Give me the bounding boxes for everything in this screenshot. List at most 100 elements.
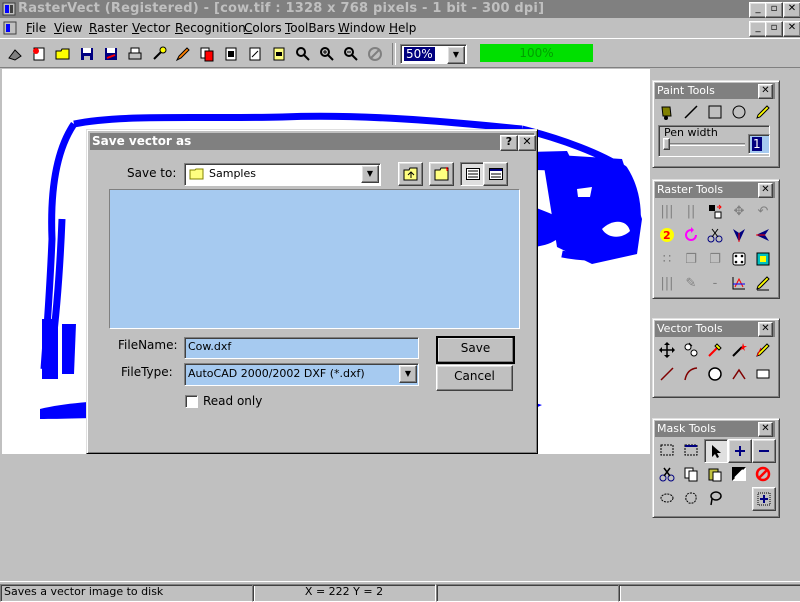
close-icon[interactable]: ✕: [758, 422, 773, 437]
pencil-icon[interactable]: [752, 101, 774, 123]
paste-layer-icon[interactable]: ❐: [704, 248, 726, 270]
zoom-out-icon[interactable]: [340, 43, 362, 65]
save-vector-icon[interactable]: [100, 43, 122, 65]
erase-vector-icon[interactable]: [704, 339, 726, 361]
select-arrow-icon[interactable]: [704, 439, 728, 463]
dice-icon[interactable]: [728, 248, 750, 270]
chevron-down-icon[interactable]: ▼: [361, 165, 379, 183]
readonly-checkbox[interactable]: [185, 395, 198, 408]
new-image-icon[interactable]: [28, 43, 50, 65]
open-folder-icon[interactable]: [52, 43, 74, 65]
lasso-icon[interactable]: [704, 487, 726, 509]
brush-icon[interactable]: ✎: [680, 272, 702, 294]
draw-circle-icon[interactable]: [704, 363, 726, 385]
close-button[interactable]: ✕: [783, 2, 800, 18]
copy-layer-icon[interactable]: ❐: [680, 248, 702, 270]
stop-icon[interactable]: [364, 43, 386, 65]
list-view-icon[interactable]: [460, 162, 485, 186]
flip-vertical-icon[interactable]: [728, 224, 750, 246]
pen-width-slider[interactable]: [665, 143, 745, 146]
flip-horizontal-icon[interactable]: [752, 224, 774, 246]
convert-icon[interactable]: [196, 43, 218, 65]
line-tool-icon[interactable]: [680, 101, 702, 123]
rectangle-tool-icon[interactable]: [704, 101, 726, 123]
histogram-icon[interactable]: [728, 272, 750, 294]
vector-page-icon[interactable]: [244, 43, 266, 65]
deskew-icon[interactable]: |||: [656, 200, 678, 222]
select-rect-icon[interactable]: [656, 439, 678, 461]
maximize-button[interactable]: ▫: [765, 2, 783, 18]
chevron-down-icon[interactable]: ▼: [447, 46, 465, 64]
fill-bucket-icon[interactable]: [656, 101, 678, 123]
menu-vector[interactable]: Vector: [132, 21, 170, 35]
select-window-icon[interactable]: [680, 439, 702, 461]
file-list[interactable]: [109, 189, 520, 329]
menu-raster[interactable]: Raster: [89, 21, 128, 35]
cut-paste-icon[interactable]: [704, 224, 726, 246]
dash-icon[interactable]: -: [704, 272, 726, 294]
filetype-dropdown[interactable]: AutoCAD 2000/2002 DXF (*.dxf) ▼: [184, 363, 419, 386]
menu-recognition[interactable]: Recognition: [175, 21, 246, 35]
draw-arc-icon[interactable]: [680, 363, 702, 385]
menu-toolbars[interactable]: ToolBars: [285, 21, 335, 35]
cancel-button[interactable]: Cancel: [436, 365, 513, 391]
node-edit-icon[interactable]: [680, 339, 702, 361]
draw-line-icon[interactable]: [656, 363, 678, 385]
menu-window[interactable]: Window: [338, 21, 385, 35]
dots-icon[interactable]: ∷: [656, 248, 678, 270]
image-icon[interactable]: [752, 248, 774, 270]
new-folder-icon[interactable]: [429, 162, 454, 186]
copy-icon[interactable]: [680, 463, 702, 485]
add-mask-icon[interactable]: [728, 439, 752, 463]
select-freeform-icon[interactable]: [680, 487, 702, 509]
print-icon[interactable]: [124, 43, 146, 65]
close-icon[interactable]: ✕: [758, 183, 773, 198]
no-entry-icon[interactable]: [752, 463, 774, 485]
comb-icon[interactable]: |||: [656, 272, 678, 294]
magnifier-icon[interactable]: [292, 43, 314, 65]
details-view-icon[interactable]: [483, 162, 508, 186]
undo-icon[interactable]: ↶: [752, 200, 774, 222]
menu-help[interactable]: Help: [389, 21, 416, 35]
settings-wand-icon[interactable]: [148, 43, 170, 65]
chevron-down-icon[interactable]: ▼: [399, 365, 417, 383]
ellipse-tool-icon[interactable]: [728, 101, 750, 123]
puzzle-icon[interactable]: ✥: [728, 200, 750, 222]
pen-width-input[interactable]: 1: [748, 134, 770, 154]
invert-mask-icon[interactable]: [728, 463, 750, 485]
two-color-icon[interactable]: 2: [656, 224, 678, 246]
scissors-icon[interactable]: [656, 463, 678, 485]
help-icon[interactable]: ?: [500, 135, 518, 151]
menu-colors[interactable]: Colors: [244, 21, 282, 35]
save-button[interactable]: Save: [436, 336, 515, 364]
save-icon[interactable]: [76, 43, 98, 65]
up-folder-icon[interactable]: [398, 162, 423, 186]
invert-icon[interactable]: [704, 200, 726, 222]
menu-file[interactable]: File: [26, 21, 46, 35]
paste-icon[interactable]: [704, 463, 726, 485]
rotate-icon[interactable]: [680, 224, 702, 246]
draw-rectangle-icon[interactable]: [752, 363, 774, 385]
combined-page-icon[interactable]: [268, 43, 290, 65]
child-close-button[interactable]: ✕: [783, 21, 800, 37]
subtract-mask-icon[interactable]: [752, 439, 776, 463]
slider-thumb[interactable]: [663, 138, 670, 150]
draw-polyline-icon[interactable]: [728, 363, 750, 385]
move-icon[interactable]: [656, 339, 678, 361]
app-icon[interactable]: [2, 2, 16, 16]
crosshair-icon[interactable]: [752, 487, 776, 511]
raster-page-icon[interactable]: [220, 43, 242, 65]
scan-icon[interactable]: [4, 43, 26, 65]
dialog-close-icon[interactable]: ✕: [518, 135, 536, 151]
zoom-in-icon[interactable]: [316, 43, 338, 65]
child-restore-button[interactable]: ▫: [765, 21, 783, 37]
zoom-dropdown[interactable]: 50% ▼: [400, 44, 467, 64]
filename-input[interactable]: Cow.dxf: [184, 337, 419, 359]
select-ellipse-icon[interactable]: [656, 487, 678, 509]
pen-icon[interactable]: [752, 272, 774, 294]
save-to-dropdown[interactable]: Samples ▼: [184, 163, 381, 186]
close-icon[interactable]: ✕: [758, 322, 773, 337]
magic-wand-icon[interactable]: [728, 339, 750, 361]
document-icon[interactable]: [3, 21, 17, 35]
menu-view[interactable]: View: [54, 21, 82, 35]
